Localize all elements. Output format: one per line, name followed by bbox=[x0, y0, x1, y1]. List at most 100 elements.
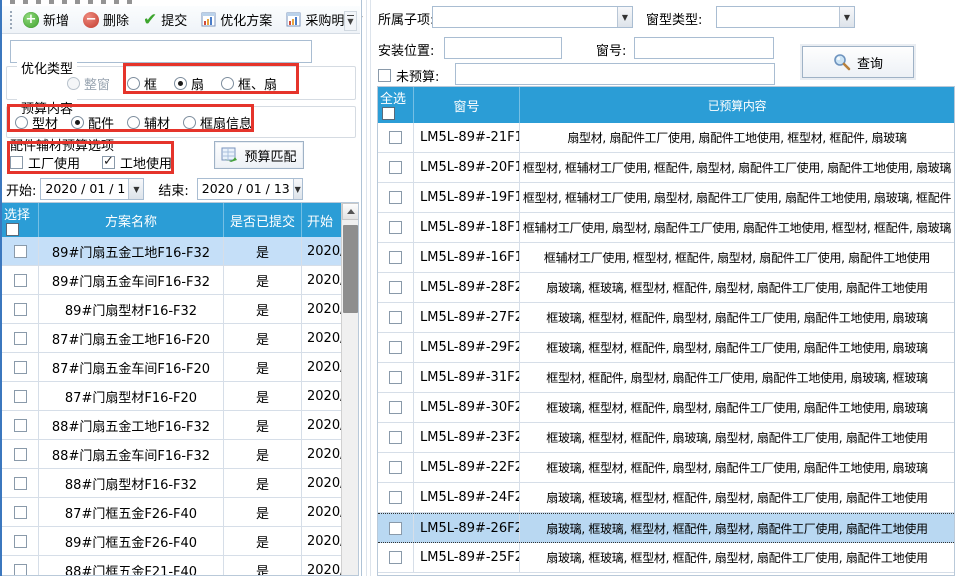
budget-table-row[interactable]: LM5L-89#-21F19 扇型材, 扇配件工厂使用, 扇配件工地使用, 框型… bbox=[378, 123, 954, 153]
budget-table-row[interactable]: LM5L-89#-30F28 框玻璃, 框型材, 框配件, 扇型材, 扇配件工厂… bbox=[378, 393, 954, 423]
radio-option[interactable]: 配件 bbox=[71, 113, 114, 132]
row-checkbox[interactable] bbox=[389, 221, 402, 234]
row-checkbox[interactable] bbox=[14, 448, 27, 461]
budget-table-row[interactable]: LM5L-89#-28F26 扇玻璃, 框玻璃, 框型材, 框配件, 扇型材, … bbox=[378, 273, 954, 303]
chevron-down-icon[interactable]: ▼ bbox=[617, 7, 632, 27]
row-checkbox[interactable] bbox=[389, 431, 402, 444]
budget-table-row[interactable]: LM5L-89#-20F18 框型材, 框辅材工厂使用, 框配件, 扇型材, 扇… bbox=[378, 153, 954, 183]
install-position-input[interactable] bbox=[444, 37, 562, 59]
plan-table-row[interactable]: 88#门扇型材F16-F32 是 2020/0 bbox=[2, 469, 358, 498]
plan-table-row[interactable]: 89#门扇五金车间F16-F32 是 2020/0 bbox=[2, 266, 358, 295]
delete-button[interactable]: − 删除 bbox=[78, 8, 134, 31]
row-checkbox[interactable] bbox=[389, 491, 402, 504]
select-all-checkbox[interactable] bbox=[382, 107, 395, 120]
row-checkbox[interactable] bbox=[389, 522, 402, 535]
plan-table-row[interactable]: 88#门扇五金工地F16-F32 是 2020/0 bbox=[2, 411, 358, 440]
budget-table-row[interactable]: LM5L-89#-22F20 框玻璃, 框型材, 框配件, 扇型材, 扇配件工厂… bbox=[378, 453, 954, 483]
radio-option[interactable]: 框、扇 bbox=[221, 74, 277, 93]
window-no: LM5L-89#-22F20 bbox=[414, 453, 520, 482]
row-checkbox[interactable] bbox=[14, 390, 27, 403]
plan-table-row[interactable]: 87#门扇五金车间F16-F20 是 2020/0 bbox=[2, 353, 358, 382]
chevron-down-icon[interactable]: ▼ bbox=[839, 7, 854, 27]
submitted-flag: 是 bbox=[224, 382, 302, 410]
purchase-detail-button[interactable]: 采购明细 ▼ bbox=[281, 8, 374, 31]
budget-table-row[interactable]: LM5L-89#-25F23 扇玻璃, 框玻璃, 框型材, 框配件, 扇型材, … bbox=[378, 543, 954, 573]
plan-table-row[interactable]: 88#门框五金F21-F40 是 2020/0 bbox=[2, 556, 358, 576]
usage-checkbox[interactable]: 工厂使用 bbox=[10, 153, 80, 172]
radio-option[interactable]: 整窗 bbox=[67, 74, 110, 93]
budget-table-row[interactable]: LM5L-89#-18F16 框辅材工厂使用, 扇型材, 扇配件工厂使用, 扇配… bbox=[378, 213, 954, 243]
row-checkbox[interactable] bbox=[389, 341, 402, 354]
toolbar-grip[interactable] bbox=[10, 11, 12, 29]
window-no-input[interactable] bbox=[634, 37, 774, 59]
submitted-flag: 是 bbox=[224, 295, 302, 323]
submit-button[interactable]: ✔ 提交 bbox=[138, 8, 192, 31]
scroll-up-button[interactable] bbox=[342, 203, 359, 220]
row-checkbox[interactable] bbox=[389, 131, 402, 144]
window-no: LM5L-89#-18F16 bbox=[414, 213, 520, 242]
row-checkbox[interactable] bbox=[389, 551, 402, 564]
row-checkbox[interactable] bbox=[14, 506, 27, 519]
select-all-checkbox[interactable] bbox=[6, 223, 19, 236]
plan-table-row[interactable]: 87#门扇五金工地F16-F20 是 2020/0 bbox=[2, 324, 358, 353]
row-checkbox[interactable] bbox=[14, 535, 27, 548]
radio-option[interactable]: 扇 bbox=[174, 74, 204, 93]
budget-table-row[interactable]: LM5L-89#-27F25 框玻璃, 框型材, 框配件, 扇型材, 扇配件工厂… bbox=[378, 303, 954, 333]
row-checkbox[interactable] bbox=[389, 401, 402, 414]
row-checkbox[interactable] bbox=[389, 461, 402, 474]
plan-table-row[interactable]: 89#门框五金F26-F40 是 2020/0 bbox=[2, 527, 358, 556]
budget-table-row[interactable]: LM5L-89#-29F27 框玻璃, 框型材, 框配件, 扇型材, 扇配件工厂… bbox=[378, 333, 954, 363]
row-checkbox[interactable] bbox=[14, 274, 27, 287]
radio-option[interactable]: 框扇信息 bbox=[183, 113, 252, 132]
row-checkbox[interactable] bbox=[389, 191, 402, 204]
row-checkbox[interactable] bbox=[389, 371, 402, 384]
budget-table-row[interactable]: LM5L-89#-23F21 框玻璃, 框型材, 框配件, 扇玻璃, 扇型材, … bbox=[378, 423, 954, 453]
radio-option[interactable]: 辅材 bbox=[127, 113, 170, 132]
radio-option[interactable]: 框 bbox=[127, 74, 157, 93]
spreadsheet-icon bbox=[286, 12, 301, 27]
row-checkbox[interactable] bbox=[389, 161, 402, 174]
panel-splitter[interactable] bbox=[363, 0, 374, 576]
row-checkbox[interactable] bbox=[14, 477, 27, 490]
budget-match-button[interactable]: 预算匹配 bbox=[214, 141, 304, 169]
row-checkbox[interactable] bbox=[14, 361, 27, 374]
row-checkbox[interactable] bbox=[14, 419, 27, 432]
row-checkbox[interactable] bbox=[389, 251, 402, 264]
add-button[interactable]: + 新增 bbox=[18, 8, 74, 31]
unbudgeted-input[interactable] bbox=[455, 63, 775, 85]
window-type-dropdown[interactable]: ▼ bbox=[716, 6, 855, 28]
row-checkbox[interactable] bbox=[389, 311, 402, 324]
name-column-header[interactable]: 方案名称 bbox=[39, 203, 224, 237]
plan-table-row[interactable]: 88#门扇五金车间F16-F32 是 2020/0 bbox=[2, 440, 358, 469]
row-checkbox[interactable] bbox=[14, 564, 27, 576]
budget-table-row[interactable]: LM5L-89#-16F15 框辅材工厂使用, 框型材, 框配件, 扇型材, 扇… bbox=[378, 243, 954, 273]
end-date-picker[interactable]: 2020 / 01 / 13 ▼ bbox=[197, 178, 303, 200]
budget-table-row[interactable]: LM5L-89#-24F22 扇玻璃, 框玻璃, 框型材, 框配件, 扇型材, … bbox=[378, 483, 954, 513]
plan-table-row[interactable]: 87#门框五金F26-F40 是 2020/0 bbox=[2, 498, 358, 527]
row-checkbox[interactable] bbox=[14, 303, 27, 316]
content-column-header[interactable]: 已预算内容 bbox=[520, 87, 954, 123]
sub-item-dropdown[interactable]: ▼ bbox=[432, 6, 633, 28]
plan-table-row[interactable]: 89#门扇五金工地F16-F32 是 2020/0 bbox=[2, 237, 358, 266]
scrollbar-thumb[interactable] bbox=[343, 225, 358, 313]
optimize-plan-button[interactable]: 优化方案 bbox=[196, 8, 277, 31]
plan-table-row[interactable]: 89#门扇型材F16-F32 是 2020/0 bbox=[2, 295, 358, 324]
start-date-picker[interactable]: 2020 / 01 / 1 ▼ bbox=[40, 178, 144, 200]
plan-table-row[interactable]: 87#门扇型材F16-F20 是 2020/0 bbox=[2, 382, 358, 411]
chevron-down-icon[interactable]: ▼ bbox=[128, 179, 143, 199]
row-checkbox[interactable] bbox=[14, 332, 27, 345]
budget-table-row[interactable]: LM5L-89#-31F29 框型材, 框配件, 扇型材, 扇配件工厂使用, 扇… bbox=[378, 363, 954, 393]
query-button[interactable]: 查询 bbox=[802, 46, 914, 78]
toolbar-overflow-button[interactable]: ▼ bbox=[344, 11, 357, 31]
row-checkbox[interactable] bbox=[389, 281, 402, 294]
plan-table-scrollbar[interactable] bbox=[341, 203, 358, 575]
budget-table-row[interactable]: LM5L-89#-19F17 框型材, 框辅材工厂使用, 扇型材, 扇配件工厂使… bbox=[378, 183, 954, 213]
row-checkbox[interactable] bbox=[14, 245, 27, 258]
window-no-column-header[interactable]: 窗号 bbox=[414, 87, 520, 123]
end-date-label: 结束: bbox=[158, 180, 188, 199]
budget-table-row[interactable]: LM5L-89#-26F24 扇玻璃, 框玻璃, 框型材, 框配件, 扇型材, … bbox=[378, 513, 954, 543]
submitted-column-header[interactable]: 是否已提交 bbox=[224, 203, 302, 237]
chevron-down-icon[interactable]: ▼ bbox=[293, 179, 302, 199]
usage-checkbox[interactable]: 工地使用 bbox=[102, 153, 172, 172]
unbudgeted-checkbox[interactable]: 未预算: bbox=[378, 66, 439, 85]
